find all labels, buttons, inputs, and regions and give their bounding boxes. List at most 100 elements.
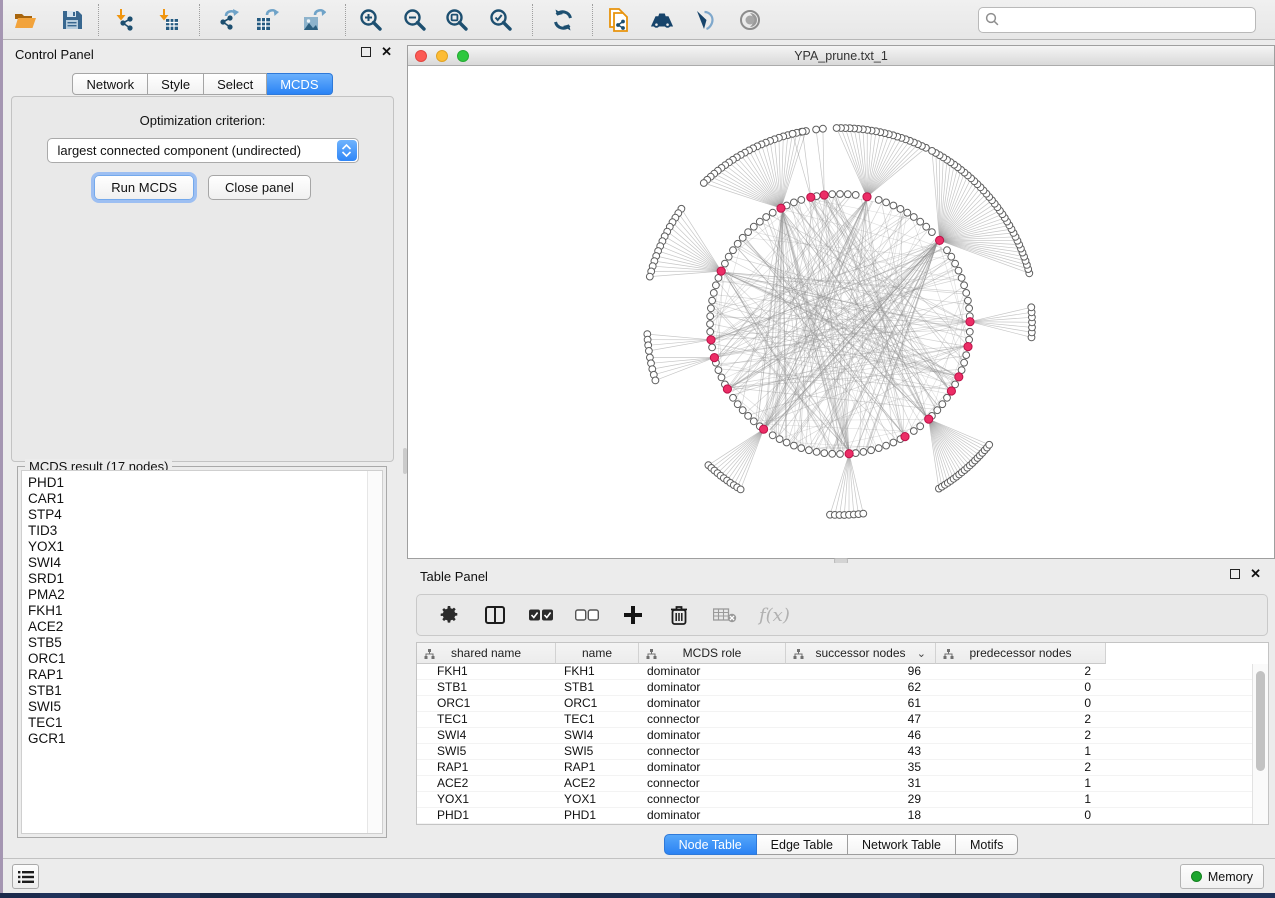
search-input[interactable] — [978, 7, 1256, 33]
table-row[interactable]: FKH1FKH1dominator962 — [417, 664, 1252, 680]
network-canvas[interactable] — [408, 66, 1274, 558]
table-scrollbar[interactable] — [1252, 664, 1268, 824]
network-view-titlebar[interactable]: YPA_prune.txt_1 — [408, 46, 1274, 66]
table-row[interactable]: YOX1YOX1connector291 — [417, 792, 1252, 808]
table-row[interactable]: ACE2ACE2connector311 — [417, 776, 1252, 792]
table-header-row: shared namenameMCDS rolesuccessor nodes⌄… — [417, 643, 1106, 664]
delete-table-icon[interactable] — [713, 603, 737, 627]
tab-style[interactable]: Style — [148, 73, 204, 95]
zoom-in-icon[interactable] — [359, 8, 383, 32]
list-item[interactable]: STB1 — [22, 683, 382, 699]
control-panel: Control Panel ✕ Network Style Select MCD… — [3, 40, 402, 858]
list-scrollbar[interactable] — [367, 471, 382, 833]
task-history-button[interactable] — [12, 864, 39, 889]
list-item[interactable]: SWI4 — [22, 555, 382, 571]
zoom-fit-icon[interactable] — [445, 8, 469, 32]
table-panel-title: Table Panel — [420, 569, 488, 584]
toolbar-separator — [98, 4, 99, 36]
list-item[interactable]: STB5 — [22, 635, 382, 651]
table-row[interactable]: SWI4SWI4dominator462 — [417, 728, 1252, 744]
network-view-title: YPA_prune.txt_1 — [408, 49, 1274, 63]
list-item[interactable]: FKH1 — [22, 603, 382, 619]
function-builder-icon[interactable]: f(x) — [759, 605, 790, 626]
table-row[interactable]: SWI5SWI5connector431 — [417, 744, 1252, 760]
close-table-panel-icon[interactable]: ✕ — [1250, 569, 1261, 579]
column-header[interactable]: successor nodes⌄ — [786, 643, 936, 664]
toolbar-separator — [345, 4, 346, 36]
run-mcds-button[interactable]: Run MCDS — [94, 175, 194, 200]
desktop-edge-strip — [0, 0, 3, 893]
import-network-icon[interactable] — [113, 8, 137, 32]
export-image-icon[interactable] — [302, 8, 326, 32]
list-item[interactable]: PHD1 — [22, 475, 382, 491]
column-header[interactable]: name — [556, 643, 639, 664]
show-all-eye-icon[interactable] — [738, 8, 762, 32]
import-table-icon[interactable] — [156, 8, 180, 32]
search-icon — [985, 12, 1000, 32]
list-item[interactable]: TID3 — [22, 523, 382, 539]
tab-motifs[interactable]: Motifs — [956, 834, 1018, 855]
column-header[interactable]: shared name — [417, 643, 556, 664]
close-panel-icon[interactable]: ✕ — [381, 47, 392, 57]
optimization-criterion-label: Optimization criterion: — [12, 113, 393, 128]
tab-node-table[interactable]: Node Table — [664, 834, 757, 855]
tab-network[interactable]: Network — [72, 73, 148, 95]
table-row[interactable]: STB1STB1dominator620 — [417, 680, 1252, 696]
list-item[interactable]: ACE2 — [22, 619, 382, 635]
table-toolbar: f(x) — [416, 594, 1268, 636]
tab-select[interactable]: Select — [204, 73, 267, 95]
float-table-panel-icon[interactable] — [1230, 569, 1240, 579]
select-all-checkboxes-icon[interactable] — [529, 603, 553, 627]
table-row[interactable]: PHD1PHD1dominator180 — [417, 808, 1252, 824]
refresh-icon[interactable] — [551, 8, 575, 32]
table-row[interactable]: TEC1TEC1connector472 — [417, 712, 1252, 728]
float-panel-icon[interactable] — [361, 47, 371, 57]
memory-status-icon — [1191, 871, 1202, 882]
list-item[interactable]: SRD1 — [22, 571, 382, 587]
mcds-tab-content: Optimization criterion: largest connecte… — [11, 96, 394, 462]
scrollbar-thumb[interactable] — [1256, 671, 1265, 771]
deselect-all-checkboxes-icon[interactable] — [575, 603, 599, 627]
split-view-icon[interactable] — [483, 603, 507, 627]
toolbar-separator — [199, 4, 200, 36]
column-settings-gear-icon[interactable] — [437, 603, 461, 627]
network-view-frame: YPA_prune.txt_1 — [407, 45, 1275, 559]
export-network-icon[interactable] — [216, 8, 240, 32]
select-stepper-icon — [337, 140, 357, 161]
tab-mcds[interactable]: MCDS — [267, 73, 332, 95]
list-item[interactable]: GCR1 — [22, 731, 382, 747]
clone-network-icon[interactable] — [606, 8, 630, 32]
hide-selected-eye-icon[interactable] — [691, 8, 715, 32]
save-session-icon[interactable] — [60, 8, 84, 32]
open-session-icon[interactable] — [13, 8, 37, 32]
list-item[interactable]: STP4 — [22, 507, 382, 523]
close-panel-button[interactable]: Close panel — [208, 175, 311, 200]
tab-edge-table[interactable]: Edge Table — [757, 834, 848, 855]
memory-label: Memory — [1208, 870, 1253, 884]
tab-network-table[interactable]: Network Table — [848, 834, 956, 855]
search-network-binoculars-icon[interactable] — [650, 8, 674, 32]
list-item[interactable]: PMA2 — [22, 587, 382, 603]
list-item[interactable]: YOX1 — [22, 539, 382, 555]
list-icon — [18, 870, 34, 884]
list-item[interactable]: ORC1 — [22, 651, 382, 667]
export-table-icon[interactable] — [255, 8, 279, 32]
list-item[interactable]: RAP1 — [22, 667, 382, 683]
node-table: shared namenameMCDS rolesuccessor nodes⌄… — [416, 642, 1269, 825]
mcds-result-list[interactable]: PHD1CAR1STP4TID3YOX1SWI4SRD1PMA2FKH1ACE2… — [21, 470, 383, 834]
zoom-out-icon[interactable] — [403, 8, 427, 32]
table-row[interactable]: RAP1RAP1dominator352 — [417, 760, 1252, 776]
cytoscape-window: Control Panel ✕ Network Style Select MCD… — [2, 0, 1275, 893]
add-column-icon[interactable] — [621, 603, 645, 627]
delete-column-trash-icon[interactable] — [667, 603, 691, 627]
table-tabs: Node Table Edge Table Network Table Moti… — [664, 834, 1019, 855]
memory-button[interactable]: Memory — [1180, 864, 1264, 889]
column-header[interactable]: MCDS role — [639, 643, 786, 664]
criterion-select[interactable]: largest connected component (undirected) — [47, 138, 359, 163]
zoom-selected-icon[interactable] — [489, 8, 513, 32]
list-item[interactable]: SWI5 — [22, 699, 382, 715]
column-header[interactable]: predecessor nodes — [936, 643, 1106, 664]
list-item[interactable]: CAR1 — [22, 491, 382, 507]
list-item[interactable]: TEC1 — [22, 715, 382, 731]
table-row[interactable]: ORC1ORC1dominator610 — [417, 696, 1252, 712]
